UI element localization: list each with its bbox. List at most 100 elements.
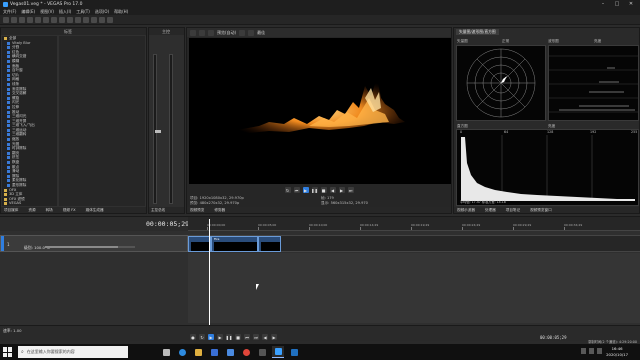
go-start-icon[interactable]: ⏮ <box>293 187 300 193</box>
tab-media-generators[interactable]: 媒体生成器 <box>86 208 104 213</box>
undo-icon[interactable] <box>67 16 73 23</box>
video-clip[interactable]: Fire <box>211 236 258 252</box>
cut-icon[interactable] <box>43 16 49 23</box>
prev-frame-icon[interactable]: ◀ <box>329 187 336 193</box>
new-project-icon[interactable] <box>3 16 9 23</box>
next-frame-icon[interactable]: ▶ <box>338 187 345 193</box>
help-icon[interactable] <box>107 16 113 23</box>
tab-video-scopes[interactable]: 视频示波器 <box>457 208 475 213</box>
vegas-taskbar-icon[interactable] <box>272 346 284 358</box>
copy-snapshot-icon[interactable] <box>248 29 255 36</box>
transitions-tree[interactable]: 全部 Vitaly Blur 分割 红色 横向交错 模糊 面板 百叶窗 切片 网格 线条 渐变擦除 交叉… <box>2 36 57 206</box>
window-title: Vegas01.veg * - VEGAS Pro 17.0 <box>10 1 83 7</box>
close-icon[interactable]: ✕ <box>624 0 638 8</box>
tab-trimmer[interactable]: 修剪器 <box>214 208 225 213</box>
play-icon[interactable]: ▶ <box>302 187 309 193</box>
waveform-mode[interactable]: 亮度 <box>594 39 601 44</box>
video-clip[interactable] <box>258 236 281 252</box>
transitions-preview-list[interactable] <box>59 36 145 206</box>
go-start-icon[interactable]: ⏮ <box>244 334 250 340</box>
open-icon[interactable] <box>11 16 17 23</box>
playhead-cursor[interactable] <box>209 219 210 339</box>
track-level-slider[interactable] <box>45 246 135 248</box>
next-frame-icon[interactable]: ▶ <box>271 334 277 340</box>
menu-insert[interactable]: 插入(I) <box>59 9 71 15</box>
preview-mode-dropdown[interactable]: 最佳 <box>257 30 265 36</box>
vectorscope-mode[interactable]: 正常 <box>502 39 509 44</box>
explorer-icon[interactable] <box>192 346 204 358</box>
media-icon[interactable] <box>256 346 268 358</box>
menu-file[interactable]: 文件(F) <box>3 9 16 15</box>
menu-tools[interactable]: 工具(T) <box>76 9 90 15</box>
tab-processor[interactable]: 处理器 <box>485 208 496 213</box>
play-icon[interactable]: ▶ <box>217 334 223 340</box>
video-track-header[interactable]: 1 级别: 100.0 % <box>0 235 188 252</box>
tab-video-preview-window[interactable]: 视频预览窗口 <box>530 208 552 213</box>
maximize-icon[interactable]: □ <box>610 0 624 8</box>
pause-icon[interactable]: ❚❚ <box>226 334 232 340</box>
taskbar-clock[interactable]: 16:46 2020/10/17 <box>606 346 628 358</box>
play-from-start-icon[interactable]: ▶ <box>208 334 214 340</box>
mail-icon[interactable] <box>224 346 236 358</box>
track-motion-icon[interactable] <box>139 238 144 243</box>
menu-edit[interactable]: 编辑(E) <box>21 9 35 15</box>
tab-transitions[interactable]: 转场 <box>46 208 53 213</box>
tab-project-notes[interactable]: 项目笔记 <box>506 208 520 213</box>
paste-icon[interactable] <box>59 16 65 23</box>
video-track-area[interactable]: Fire <box>188 235 640 252</box>
taskbar-search-placeholder: 在这里输入你要搜索的内容 <box>26 349 75 354</box>
stop-icon[interactable]: ■ <box>320 187 327 193</box>
playback-rate[interactable]: 速率: 1.00 <box>3 328 22 334</box>
pause-icon[interactable]: ❚❚ <box>311 187 318 193</box>
project-video-properties-icon[interactable] <box>190 29 196 36</box>
timeline-ruler[interactable]: 00:00:00;00 00:00:05;00 00:00:10;00 00:0… <box>188 217 640 231</box>
volume-icon[interactable] <box>589 348 594 354</box>
render-icon[interactable] <box>27 16 33 23</box>
split-screen-icon[interactable] <box>208 29 214 36</box>
menu-help[interactable]: 帮助(H) <box>114 9 128 15</box>
frame-label: 帧: <box>321 196 326 200</box>
snapping-icon[interactable] <box>83 16 89 23</box>
start-icon[interactable] <box>3 347 13 357</box>
external-monitor-icon[interactable] <box>199 29 205 36</box>
menu-options[interactable]: 选项(O) <box>95 9 109 15</box>
properties-icon[interactable] <box>35 16 41 23</box>
track-solo-icon[interactable] <box>160 238 165 243</box>
stop-icon[interactable]: ■ <box>235 334 241 340</box>
tab-project-media[interactable]: 项目媒体 <box>4 208 18 213</box>
minimize-icon[interactable]: – <box>596 0 610 8</box>
redo-icon[interactable] <box>75 16 81 23</box>
windows-taskbar: ⌕ 在这里输入你要搜索的内容 16:46 2020/10/17 <box>0 344 640 360</box>
network-icon[interactable] <box>581 348 586 354</box>
task-view-icon[interactable] <box>160 346 172 358</box>
prev-frame-icon[interactable]: ◀ <box>262 334 268 340</box>
store-icon[interactable] <box>208 346 220 358</box>
ime-icon[interactable] <box>597 348 602 354</box>
taskbar-search-box[interactable]: ⌕ 在这里输入你要搜索的内容 <box>18 346 128 358</box>
menu-view[interactable]: 视图(V) <box>40 9 54 15</box>
video-clip[interactable] <box>188 236 211 252</box>
scopes-mode-tab[interactable]: 矢量图/波形图/直方图 <box>456 29 499 35</box>
preview-quality-dropdown[interactable]: 预览(自动) <box>217 30 236 36</box>
loop-playback-icon[interactable]: ↻ <box>199 334 205 340</box>
master-bus-tab[interactable]: 主控总线 <box>151 208 165 213</box>
autoripple-icon[interactable] <box>91 16 97 23</box>
save-icon[interactable] <box>19 16 25 23</box>
master-fader-knob[interactable] <box>155 130 161 133</box>
vegas-secondary-icon[interactable] <box>288 346 300 358</box>
lock-envelopes-icon[interactable] <box>99 16 105 23</box>
track-list-empty-area[interactable] <box>0 253 188 323</box>
track-fx-icon[interactable] <box>146 238 151 243</box>
chrome-icon[interactable] <box>240 346 252 358</box>
loop-icon[interactable]: ↻ <box>284 187 291 193</box>
track-mute-icon[interactable] <box>153 238 158 243</box>
tab-video-preview[interactable]: 视频预览 <box>190 208 204 213</box>
overlays-icon[interactable] <box>239 29 246 36</box>
go-end-icon[interactable]: ⏭ <box>347 187 354 193</box>
record-icon[interactable]: ● <box>190 334 196 340</box>
go-end-icon[interactable]: ⏭ <box>253 334 259 340</box>
tab-resources[interactable]: 资源 <box>28 208 35 213</box>
copy-icon[interactable] <box>51 16 57 23</box>
edge-icon[interactable] <box>176 346 188 358</box>
tab-video-fx[interactable]: 视频 FX <box>63 208 76 213</box>
